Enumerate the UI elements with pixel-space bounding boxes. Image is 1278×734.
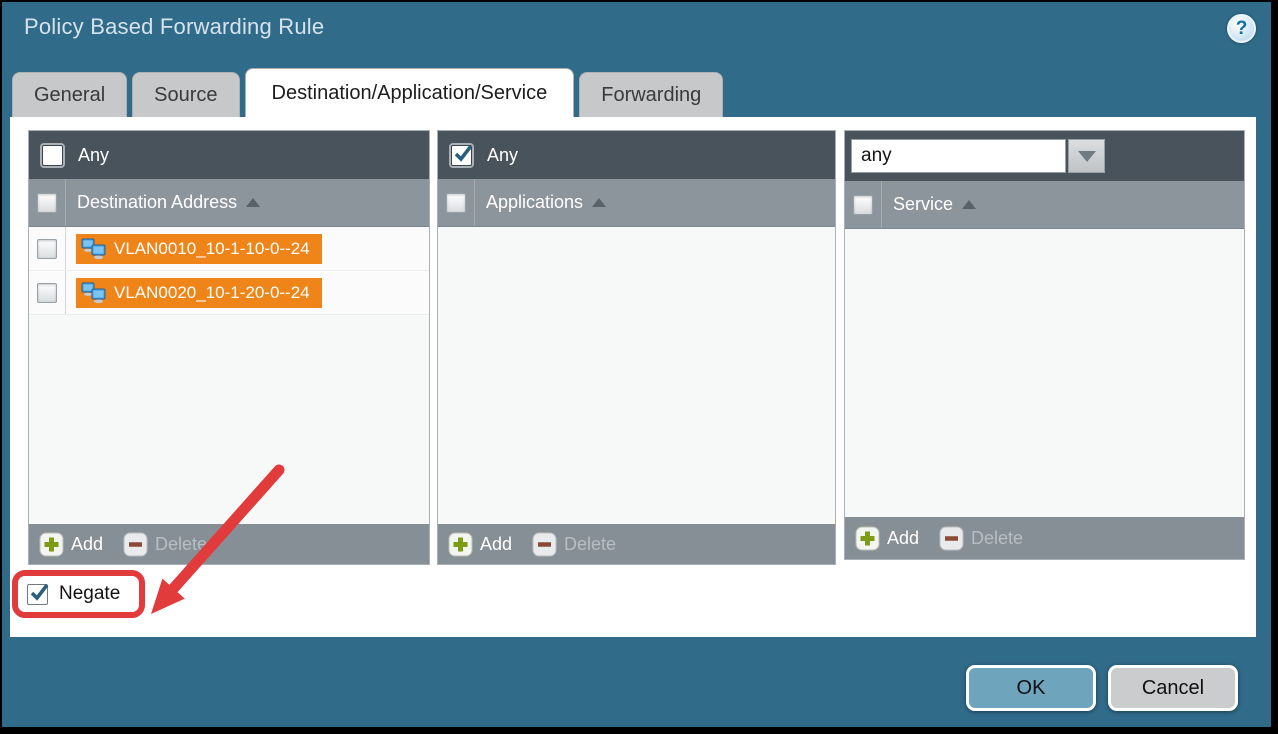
add-button[interactable]: Add: [448, 532, 512, 557]
list-item[interactable]: VLAN0010_10-1-10-0--24: [76, 234, 322, 264]
service-dropdown-button[interactable]: [1068, 139, 1105, 173]
destination-address-panel: Any Destination Address: [28, 130, 430, 565]
delete-button[interactable]: Delete: [939, 526, 1023, 551]
delete-button[interactable]: Delete: [123, 532, 207, 557]
service-dropdown-bar: any: [845, 131, 1244, 181]
applications-any-label: Any: [487, 145, 518, 166]
service-dropdown-text: any: [861, 145, 892, 167]
destination-list: VLAN0010_10-1-10-0--24 VLAN0020_10-1-20-…: [29, 227, 429, 524]
applications-header-checkbox-cell: [438, 179, 475, 226]
destination-any-bar: Any: [29, 131, 429, 179]
help-icon[interactable]: ?: [1227, 14, 1256, 43]
add-button-label: Add: [71, 534, 103, 555]
row-checkbox-cell: [29, 227, 66, 270]
tab-forwarding-label: Forwarding: [601, 84, 701, 107]
table-row: VLAN0010_10-1-10-0--24: [29, 227, 429, 271]
applications-any-checkbox[interactable]: [451, 145, 472, 166]
row-checkbox[interactable]: [37, 239, 57, 259]
list-item-label: VLAN0010_10-1-10-0--24: [114, 239, 310, 259]
add-button-label: Add: [480, 534, 512, 555]
service-list: [845, 229, 1244, 517]
tab-forwarding[interactable]: Forwarding: [579, 72, 723, 117]
tab-destination-application-service[interactable]: Destination/Application/Service: [245, 68, 575, 117]
plus-icon: [39, 532, 64, 557]
service-header-label: Service: [893, 194, 953, 215]
table-row: VLAN0020_10-1-20-0--24: [29, 271, 429, 315]
service-select-all-checkbox[interactable]: [853, 195, 873, 215]
tab-general[interactable]: General: [12, 72, 127, 117]
service-header-checkbox-cell: [845, 181, 882, 228]
minus-icon: [939, 526, 964, 551]
row-checkbox[interactable]: [37, 283, 57, 303]
ok-button-label: OK: [1017, 677, 1046, 700]
applications-header-label: Applications: [486, 192, 583, 213]
cancel-button-label: Cancel: [1142, 677, 1204, 700]
list-item[interactable]: VLAN0020_10-1-20-0--24: [76, 278, 322, 308]
destination-any-label: Any: [78, 145, 109, 166]
destination-select-all-checkbox[interactable]: [37, 193, 57, 213]
list-item-label: VLAN0020_10-1-20-0--24: [114, 283, 310, 303]
ok-button[interactable]: OK: [966, 665, 1096, 711]
applications-header-cell[interactable]: Applications: [475, 179, 606, 226]
sort-asc-icon: [246, 198, 260, 207]
destination-column-header: Destination Address: [29, 179, 429, 227]
plus-icon: [448, 532, 473, 557]
tab-source[interactable]: Source: [132, 72, 239, 117]
sort-asc-icon: [592, 198, 606, 207]
applications-toolbar: Add Delete: [438, 524, 835, 564]
delete-button-label: Delete: [155, 534, 207, 555]
negate-label: Negate: [59, 583, 120, 605]
service-toolbar: Add Delete: [845, 517, 1244, 559]
minus-icon: [123, 532, 148, 557]
dialog-title: Policy Based Forwarding Rule: [24, 14, 324, 40]
checkmark-icon: [28, 581, 52, 605]
checkmark-icon: [452, 142, 476, 166]
destination-header-label: Destination Address: [77, 192, 237, 213]
applications-select-all-checkbox[interactable]: [446, 193, 466, 213]
tab-source-label: Source: [154, 84, 217, 107]
applications-list: [438, 227, 835, 524]
plus-icon: [855, 526, 880, 551]
help-glyph: ?: [1236, 18, 1248, 40]
delete-button-label: Delete: [971, 528, 1023, 549]
sort-asc-icon: [962, 200, 976, 209]
destination-header-cell[interactable]: Destination Address: [66, 179, 260, 226]
add-button-label: Add: [887, 528, 919, 549]
add-button[interactable]: Add: [39, 532, 103, 557]
service-panel: any Service Add Del: [844, 130, 1245, 560]
row-checkbox-cell: [29, 271, 66, 314]
service-dropdown-value[interactable]: any: [851, 139, 1066, 173]
service-column-header: Service: [845, 181, 1244, 229]
applications-any-bar: Any: [438, 131, 835, 179]
destination-any-checkbox[interactable]: [42, 145, 63, 166]
destination-toolbar: Add Delete: [29, 524, 429, 564]
network-address-icon: [81, 238, 107, 260]
applications-panel: Any Applications Add Delete: [437, 130, 836, 565]
delete-button-label: Delete: [564, 534, 616, 555]
tab-bar: General Source Destination/Application/S…: [12, 68, 723, 117]
applications-column-header: Applications: [438, 179, 835, 227]
add-button[interactable]: Add: [855, 526, 919, 551]
delete-button[interactable]: Delete: [532, 532, 616, 557]
chevron-down-icon: [1078, 151, 1096, 162]
minus-icon: [532, 532, 557, 557]
cancel-button[interactable]: Cancel: [1108, 665, 1238, 711]
service-header-cell[interactable]: Service: [882, 181, 976, 228]
tab-destination-label: Destination/Application/Service: [272, 82, 548, 105]
negate-checkbox[interactable]: [27, 584, 48, 605]
network-address-icon: [81, 282, 107, 304]
service-combo: any: [851, 139, 1105, 173]
tab-general-label: General: [34, 84, 105, 107]
destination-header-checkbox-cell: [29, 179, 66, 226]
negate-highlight-box: Negate: [12, 570, 145, 618]
